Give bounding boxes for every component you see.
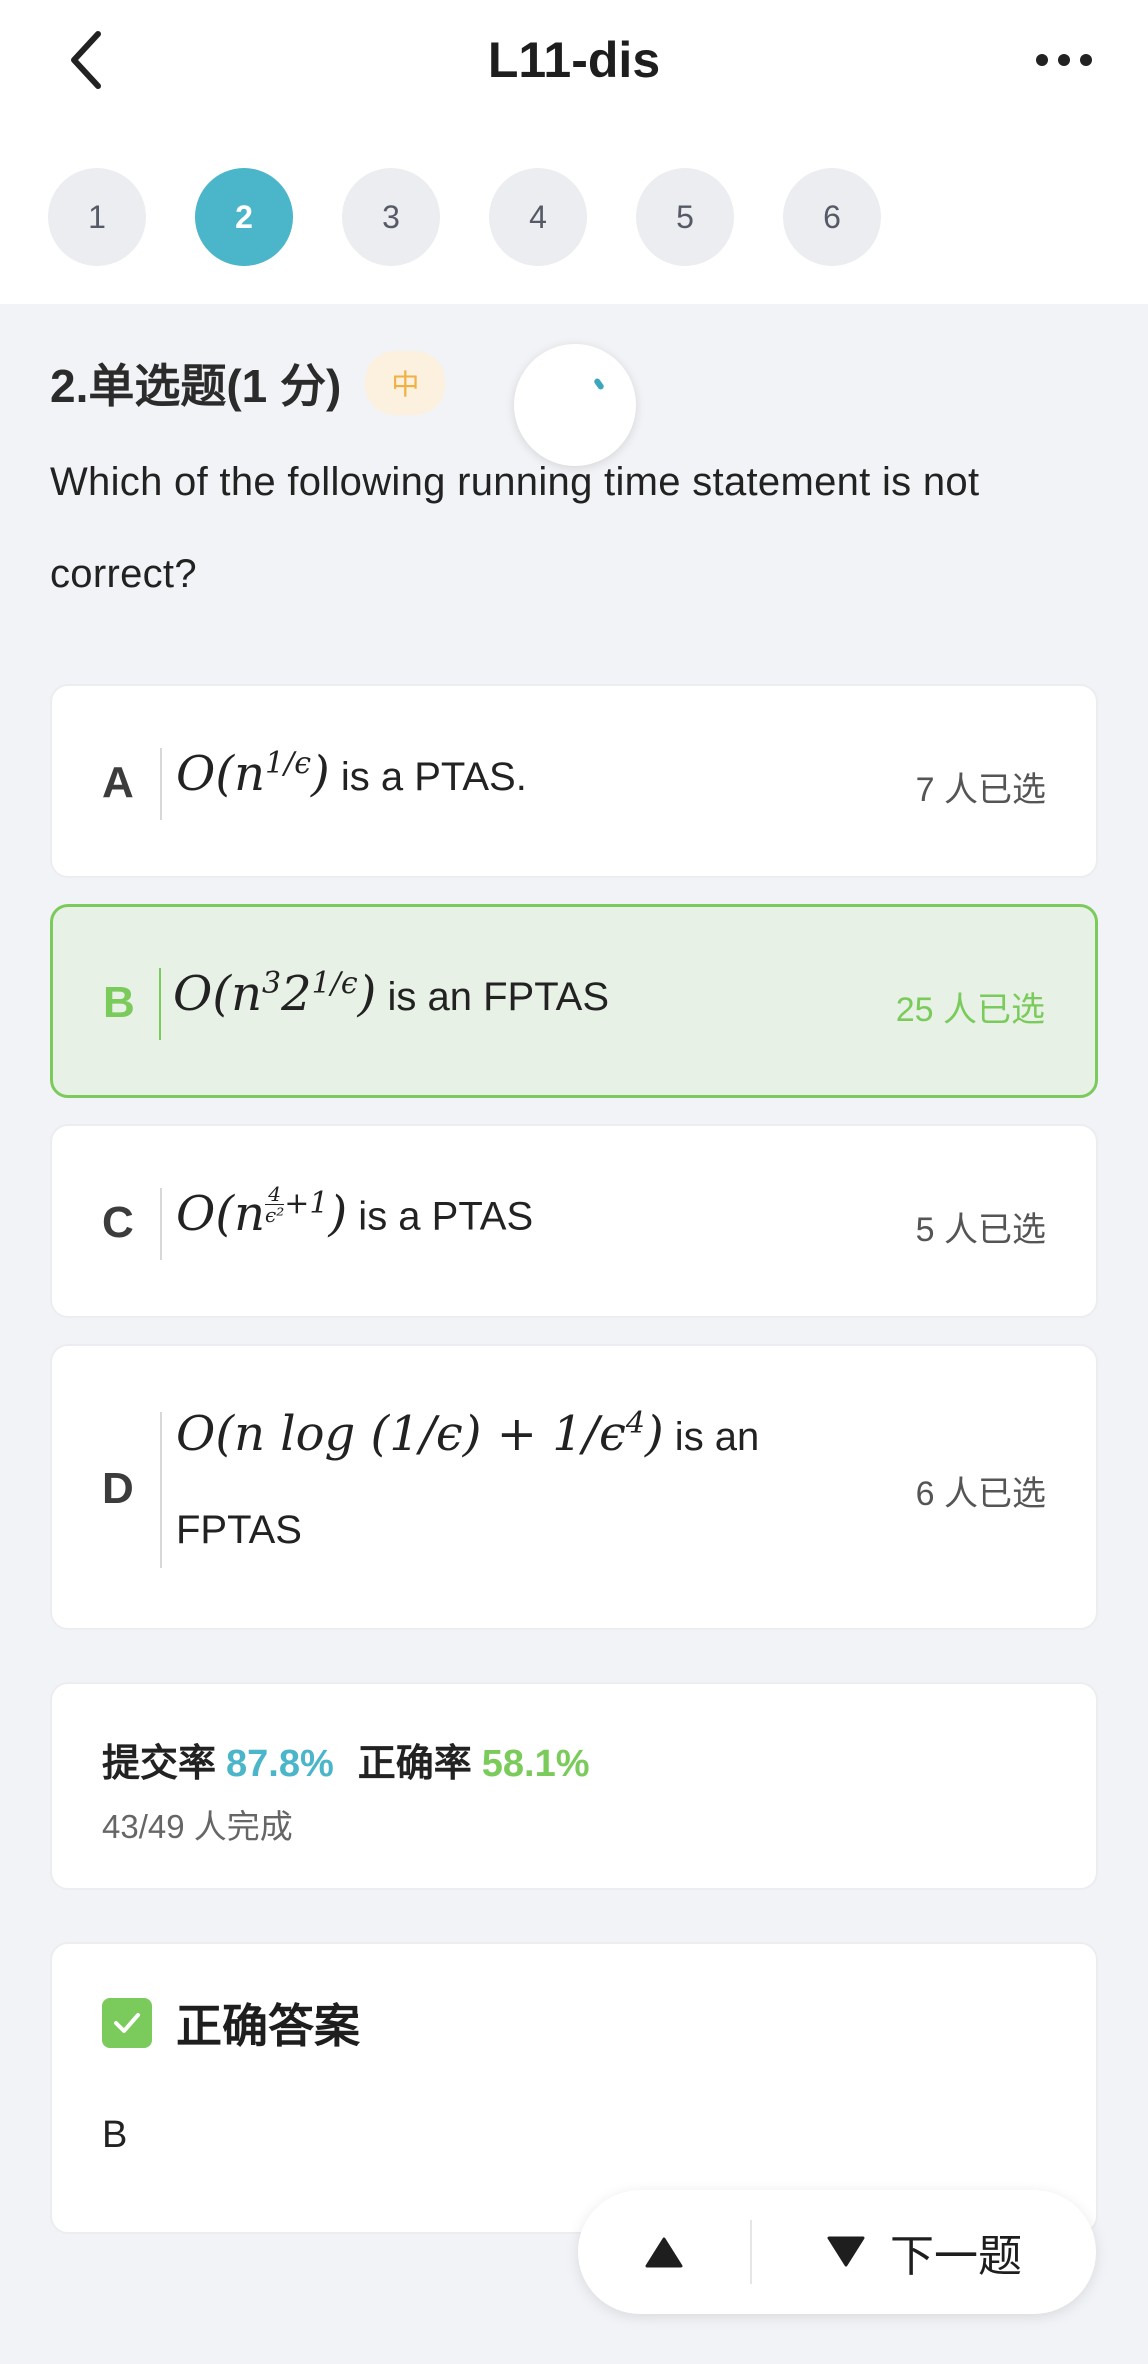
answer-header: 正确答案: [102, 1990, 360, 2056]
question-text: Which of the following running time stat…: [50, 460, 980, 596]
option-suffix: is a PTAS: [347, 1194, 534, 1239]
option-letter: B: [103, 978, 135, 1027]
option-divider: [160, 1188, 162, 1260]
option-divider: [159, 968, 161, 1040]
option-math: O(n321/ϵ): [173, 966, 377, 1022]
question-tab-3[interactable]: 3: [342, 168, 440, 266]
next-question-label: 下一题: [890, 2232, 1022, 2281]
option-math: O(n 4 ϵ² +1): [176, 1182, 348, 1242]
option-divider: [160, 748, 162, 820]
correct-rate-value: 58.1%: [481, 1743, 590, 1785]
option-count: 5 人已选: [915, 1211, 1046, 1249]
option-text: O(n1/ϵ) is a PTAS.: [176, 746, 527, 802]
more-icon-dot: [1080, 54, 1092, 66]
option-letter: A: [102, 758, 134, 807]
difficulty-badge: 中: [365, 351, 446, 415]
question-tab-5[interactable]: 5: [636, 168, 734, 266]
option-count: 7 人已选: [915, 771, 1046, 809]
previous-question-button[interactable]: [578, 2190, 750, 2314]
question-nav: 1 2 3 4 5 6: [48, 168, 881, 266]
option-a[interactable]: A O(n1/ϵ) is a PTAS. 7 人已选: [50, 684, 1098, 878]
submit-rate-value: 87.8%: [226, 1743, 334, 1785]
option-text: O(n321/ϵ) is an FPTAS: [173, 966, 609, 1022]
option-c[interactable]: C O(n 4 ϵ² +1) is a PTAS 5 人已选: [50, 1124, 1098, 1318]
page-title: L11-dis: [487, 32, 661, 88]
chevron-left-icon: [71, 31, 101, 89]
question-nav-bar: 下一题: [578, 2190, 1096, 2314]
question-type: 2.单选题(1 分): [50, 360, 342, 412]
option-b[interactable]: B O(n321/ϵ) is an FPTAS 25 人已选: [50, 904, 1098, 1098]
option-math: O(n1/ϵ): [176, 746, 330, 802]
more-options-button[interactable]: [1024, 30, 1104, 90]
option-suffix: is an FPTAS: [376, 975, 610, 1019]
more-icon-dot: [1058, 54, 1070, 66]
completion-count: 43/49 人完成: [102, 1808, 293, 1845]
question-tab-2[interactable]: 2: [195, 168, 293, 266]
question-header: 2.单选题(1 分) 中: [50, 350, 446, 416]
option-count: 25 人已选: [895, 991, 1045, 1029]
correct-rate-label: 正确率: [357, 1743, 472, 1785]
option-suffix: is a PTAS.: [329, 755, 527, 799]
answer-value: B: [102, 2114, 128, 2156]
checkbox-checked-icon: [102, 1998, 152, 2048]
question-tab-1[interactable]: 1: [48, 168, 146, 266]
triangle-down-icon: [827, 2236, 865, 2267]
stats-card: 提交率 87.8% 正确率 58.1% 43/49 人完成: [50, 1682, 1098, 1890]
option-text: O(n 4 ϵ² +1) is a PTAS: [176, 1184, 533, 1242]
option-text: O(n log (1/ϵ) + 1/ϵ4) is an: [176, 1406, 759, 1462]
option-letter: D: [102, 1464, 134, 1513]
back-button[interactable]: [56, 28, 116, 92]
question-tab-4[interactable]: 4: [489, 168, 587, 266]
question-tab-6[interactable]: 6: [783, 168, 881, 266]
submit-rate-label: 提交率: [102, 1743, 217, 1785]
answer-title: 正确答案: [176, 2000, 360, 2052]
next-question-button[interactable]: 下一题: [752, 2190, 1096, 2314]
option-count: 6 人已选: [915, 1475, 1046, 1513]
triangle-up-icon: [645, 2237, 683, 2268]
stats-line: 提交率 87.8% 正确率 58.1%: [102, 1732, 590, 1787]
option-d[interactable]: D O(n log (1/ϵ) + 1/ϵ4) is an FPTAS 6 人已…: [50, 1344, 1098, 1630]
top-header: L11-dis 1 2 3 4 5 6: [0, 0, 1148, 304]
option-letter: C: [102, 1198, 134, 1247]
option-text-continued: FPTAS: [176, 1508, 302, 1552]
option-divider: [160, 1412, 162, 1568]
more-icon-dot: [1036, 54, 1048, 66]
option-suffix: is an: [663, 1415, 760, 1459]
option-math: O(n log (1/ϵ) + 1/ϵ4): [176, 1406, 664, 1462]
